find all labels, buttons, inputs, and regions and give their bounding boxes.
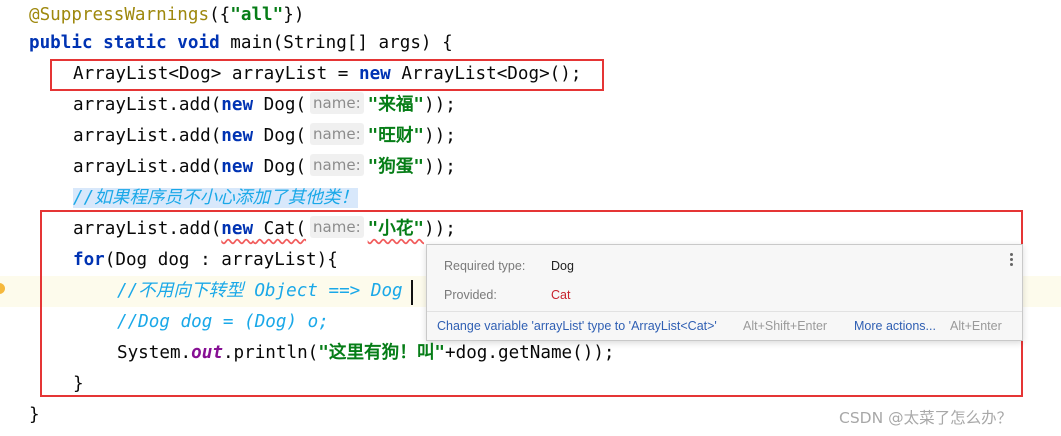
type-mismatch-popup: Required type: Dog Provided: Cat Change … xyxy=(426,244,1023,341)
more-actions-link[interactable]: More actions... xyxy=(854,312,936,340)
popup-actions: Change variable 'arrayList' type to 'Arr… xyxy=(427,311,1022,340)
parameter-hint: name: xyxy=(310,123,364,145)
change-type-action[interactable]: Change variable 'arrayList' type to 'Arr… xyxy=(437,312,717,340)
code-line-5: arrayList.add(new Dog(name: "旺财")); xyxy=(73,123,456,146)
code-line-6: arrayList.add(new Dog(name: "狗蛋")); xyxy=(73,154,456,177)
annotation-token: @SuppressWarnings xyxy=(29,5,210,25)
keyword-token: public static void xyxy=(29,33,220,53)
provided-type-value: Cat xyxy=(551,288,571,302)
watermark: CSDN @太菜了怎么办？ xyxy=(839,409,1013,427)
comment-token: //如果程序员不小心添加了其他类！ xyxy=(73,188,359,208)
vertical-ellipsis-icon[interactable] xyxy=(1010,253,1014,268)
parameter-hint: name: xyxy=(310,92,364,114)
provided-type-label: Provided: xyxy=(444,288,497,302)
highlight-box-declaration xyxy=(50,59,604,91)
code-line-1: @SuppressWarnings({"all"}) xyxy=(29,5,305,25)
parameter-hint: name: xyxy=(310,154,364,176)
required-type-label: Required type: xyxy=(444,259,526,273)
code-editor[interactable]: @SuppressWarnings({"all"}) public static… xyxy=(0,0,1061,436)
change-type-shortcut: Alt+Shift+Enter xyxy=(743,319,828,333)
more-actions-shortcut: Alt+Enter xyxy=(950,319,1002,333)
code-line-2: public static void main(String[] args) { xyxy=(29,33,453,53)
code-line-4: arrayList.add(new Dog(name: "来福")); xyxy=(73,92,456,115)
required-type-value: Dog xyxy=(551,259,574,273)
